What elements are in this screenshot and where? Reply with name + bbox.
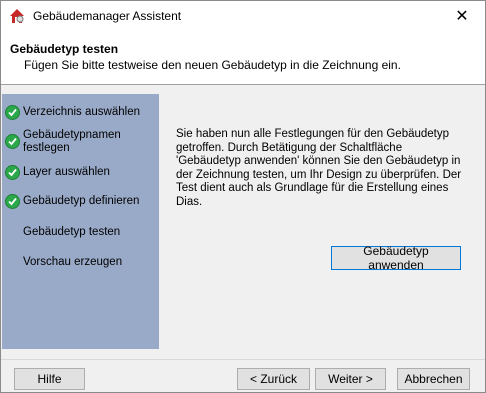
steps-sidebar: Verzeichnis auswählen Gebäudetypnamen fe… bbox=[2, 94, 159, 349]
window-title: Gebäudemanager Assistent bbox=[33, 9, 182, 23]
step-label: Vorschau erzeugen bbox=[23, 256, 123, 268]
wizard-window: Gebäudemanager Assistent ✕ Gebäudetyp te… bbox=[0, 0, 486, 393]
next-button[interactable]: Weiter > bbox=[315, 368, 386, 390]
step-label: Gebäudetyp definieren bbox=[23, 195, 140, 207]
check-icon bbox=[5, 105, 20, 120]
step-label: Gebäudetypnamen festlegen bbox=[23, 129, 121, 154]
check-icon bbox=[5, 165, 20, 180]
step-label: Gebäudetyp testen bbox=[23, 226, 121, 238]
cancel-button[interactable]: Abbrechen bbox=[397, 368, 470, 390]
check-icon bbox=[5, 134, 20, 149]
page-title: Gebäudetyp testen bbox=[10, 42, 119, 56]
apply-building-type-button[interactable]: Gebäudetyp anwenden bbox=[331, 244, 461, 272]
title-bar[interactable]: Gebäudemanager Assistent ✕ bbox=[1, 1, 485, 31]
check-icon bbox=[5, 194, 20, 209]
step-label: Verzeichnis auswählen bbox=[23, 106, 140, 118]
description-text: Sie haben nun alle Festlegungen für den … bbox=[176, 128, 462, 208]
step-label: Layer auswählen bbox=[23, 166, 110, 178]
app-icon bbox=[9, 8, 25, 24]
close-icon[interactable]: ✕ bbox=[439, 1, 485, 31]
footer-divider bbox=[1, 359, 485, 360]
back-button[interactable]: < Zurück bbox=[237, 368, 310, 390]
help-button[interactable]: Hilfe bbox=[14, 368, 85, 390]
wizard-header: Gebäudetyp testen Fügen Sie bitte testwe… bbox=[1, 31, 485, 85]
page-subtitle: Fügen Sie bitte testweise den neuen Gebä… bbox=[24, 58, 401, 72]
